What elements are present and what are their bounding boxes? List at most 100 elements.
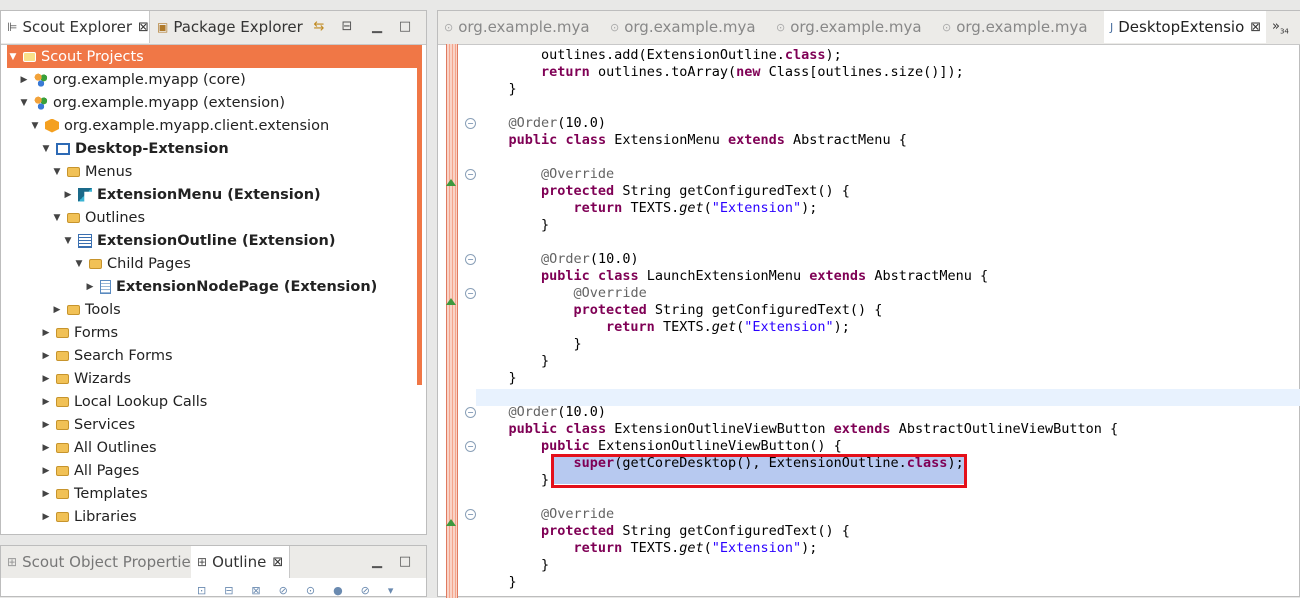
tree-node[interactable]: ▼ Desktop-Extension — [40, 137, 229, 160]
collapse-arrow-icon[interactable]: ▶ — [84, 282, 96, 292]
project-tree[interactable]: ▼ Scout Projects ▶ org.example.myapp (core)… — [1, 45, 426, 535]
code-line[interactable]: } — [476, 336, 582, 353]
folder-open-icon — [67, 212, 80, 223]
code-line[interactable]: @Order(10.0) — [476, 404, 607, 421]
editor-tab-2[interactable]: ⊙ org.example.mya — [604, 11, 770, 43]
minimize-icon[interactable]: ▁ — [367, 552, 387, 572]
tree-node[interactable]: ▶ Wizards — [40, 367, 131, 390]
collapse-arrow-icon[interactable]: ▶ — [40, 351, 52, 361]
fold-toggle-icon[interactable]: − — [465, 441, 476, 452]
code-line[interactable]: } — [476, 353, 549, 370]
tree-node[interactable]: ▶ All Outlines — [40, 436, 157, 459]
code-line[interactable]: protected String getConfiguredText() { — [476, 183, 850, 200]
fold-toggle-icon[interactable]: − — [465, 288, 476, 299]
code-line[interactable]: outlines.add(ExtensionOutline.class); — [476, 47, 842, 64]
code-line[interactable]: @Order(10.0) — [476, 251, 639, 268]
code-line[interactable]: public class LaunchExtensionMenu extends… — [476, 268, 988, 285]
code-line[interactable]: public class ExtensionMenu extends Abstr… — [476, 132, 907, 149]
code-line[interactable]: protected String getConfiguredText() { — [476, 302, 883, 319]
expand-arrow-icon[interactable]: ▼ — [62, 236, 74, 246]
tree-scrollbar[interactable] — [417, 45, 422, 385]
tree-node[interactable]: ▶ Search Forms — [40, 344, 173, 367]
code-line[interactable]: } — [476, 217, 549, 234]
maximize-icon[interactable]: □ — [395, 552, 415, 572]
code-token: outlines.add(ExtensionOutline. — [476, 47, 785, 63]
tree-node[interactable]: ▶ All Pages — [40, 459, 140, 482]
tree-node[interactable]: ▼ org.example.myapp (extension) — [18, 91, 286, 114]
expand-arrow-icon[interactable]: ▼ — [40, 144, 52, 154]
expand-arrow-icon[interactable]: ▼ — [73, 259, 85, 269]
minimize-icon[interactable]: ▁ — [367, 17, 387, 37]
tab-overflow-button[interactable]: »34 — [1272, 19, 1289, 36]
editor-tab-active[interactable]: J DesktopExtensio ⊠ — [1104, 11, 1266, 43]
tree-node[interactable]: ▶ Local Lookup Calls — [40, 390, 208, 413]
code-line[interactable]: } — [476, 370, 517, 387]
tab-scout-object-properties[interactable]: ⊞ Scout Object Properties — [1, 546, 199, 578]
code-line[interactable]: @Override — [476, 285, 647, 302]
code-line[interactable]: @Order(10.0) — [476, 115, 607, 132]
tree-node[interactable]: ▶ Forms — [40, 321, 119, 344]
tree-node[interactable]: ▼ Outlines — [51, 206, 145, 229]
collapse-all-icon[interactable]: ⊟ — [337, 17, 357, 37]
fold-toggle-icon[interactable]: − — [465, 169, 476, 180]
tree-node[interactable]: ▶ ExtensionMenu (Extension) — [62, 183, 321, 206]
tab-outline[interactable]: ⊞ Outline ⊠ — [191, 546, 290, 578]
fold-toggle-icon[interactable]: − — [465, 509, 476, 520]
collapse-arrow-icon[interactable]: ▶ — [40, 489, 52, 499]
outline-toolbar-icons[interactable]: ⊡⊟⊠⊘⊙●⊘▾ — [197, 584, 411, 597]
fold-toggle-icon[interactable]: − — [465, 407, 476, 418]
close-icon[interactable]: ⊠ — [1250, 20, 1261, 35]
expand-arrow-icon[interactable]: ▼ — [51, 167, 63, 177]
close-icon[interactable]: ⊠ — [272, 555, 283, 570]
tree-node[interactable]: ▼ ExtensionOutline (Extension) — [62, 229, 336, 252]
code-line[interactable]: } — [476, 81, 517, 98]
code-line[interactable]: @Override — [476, 506, 614, 523]
collapse-arrow-icon[interactable]: ▶ — [40, 328, 52, 338]
code-line[interactable]: return TEXTS.get("Extension"); — [476, 319, 850, 336]
tree-node[interactable]: ▶ Tools — [51, 298, 121, 321]
code-line[interactable]: } — [476, 557, 549, 574]
expand-arrow-icon[interactable]: ▼ — [29, 121, 41, 131]
tree-node[interactable]: ▼ org.example.myapp.client.extension — [29, 114, 330, 137]
maximize-icon[interactable]: □ — [395, 17, 415, 37]
collapse-arrow-icon[interactable]: ▶ — [40, 466, 52, 476]
link-with-editor-icon[interactable]: ⇆ — [309, 17, 329, 37]
collapse-arrow-icon[interactable]: ▶ — [40, 512, 52, 522]
collapse-arrow-icon[interactable]: ▶ — [40, 397, 52, 407]
code-line[interactable]: protected String getConfiguredText() { — [476, 523, 850, 540]
editor-tab-3[interactable]: ⊙ org.example.mya — [770, 11, 936, 43]
tree-node[interactable]: ▼ Child Pages — [73, 252, 191, 275]
tree-node[interactable]: ▶ org.example.myapp (core) — [18, 68, 246, 91]
collapse-arrow-icon[interactable]: ▶ — [62, 190, 74, 200]
code-line[interactable]: public class ExtensionOutlineViewButton … — [476, 421, 1119, 438]
collapse-arrow-icon[interactable]: ▶ — [40, 374, 52, 384]
code-line[interactable]: public ExtensionOutlineViewButton() { — [476, 438, 842, 455]
fold-toggle-icon[interactable]: − — [465, 118, 476, 129]
expand-arrow-icon[interactable]: ▼ — [18, 98, 30, 108]
tree-node[interactable]: ▶ Templates — [40, 482, 148, 505]
code-line[interactable]: @Override — [476, 166, 614, 183]
code-line[interactable]: } — [476, 574, 517, 591]
fold-toggle-icon[interactable]: − — [465, 254, 476, 265]
tree-node[interactable]: ▶ Libraries — [40, 505, 137, 528]
tree-node[interactable]: ▶ ExtensionNodePage (Extension) — [84, 275, 378, 298]
tree-node[interactable]: ▶ Services — [40, 413, 136, 436]
editor-tab-4[interactable]: ⊙ org.example.mya — [936, 11, 1102, 43]
code-line[interactable]: return outlines.toArray(new Class[outlin… — [476, 64, 964, 81]
tree-node[interactable]: ▼ Scout Projects — [7, 45, 417, 68]
code-line[interactable]: return TEXTS.get("Extension"); — [476, 540, 818, 557]
code-line[interactable]: } — [476, 472, 549, 489]
collapse-arrow-icon[interactable]: ▶ — [51, 305, 63, 315]
close-icon[interactable]: ⊠ — [138, 20, 149, 35]
tab-package-explorer[interactable]: ▣ Package Explorer — [151, 11, 303, 43]
collapse-arrow-icon[interactable]: ▶ — [40, 420, 52, 430]
tree-node[interactable]: ▼ Menus — [51, 160, 133, 183]
code-line[interactable]: return TEXTS.get("Extension"); — [476, 200, 818, 217]
expand-arrow-icon[interactable]: ▼ — [51, 213, 63, 223]
code-token: (10.0) — [557, 115, 607, 131]
expand-arrow-icon[interactable]: ▼ — [7, 52, 19, 62]
collapse-arrow-icon[interactable]: ▶ — [18, 75, 30, 85]
tab-scout-explorer[interactable]: ⊫ Scout Explorer ⊠ — [1, 11, 150, 43]
editor-tab-1[interactable]: ⊙ org.example.mya — [438, 11, 604, 43]
collapse-arrow-icon[interactable]: ▶ — [40, 443, 52, 453]
